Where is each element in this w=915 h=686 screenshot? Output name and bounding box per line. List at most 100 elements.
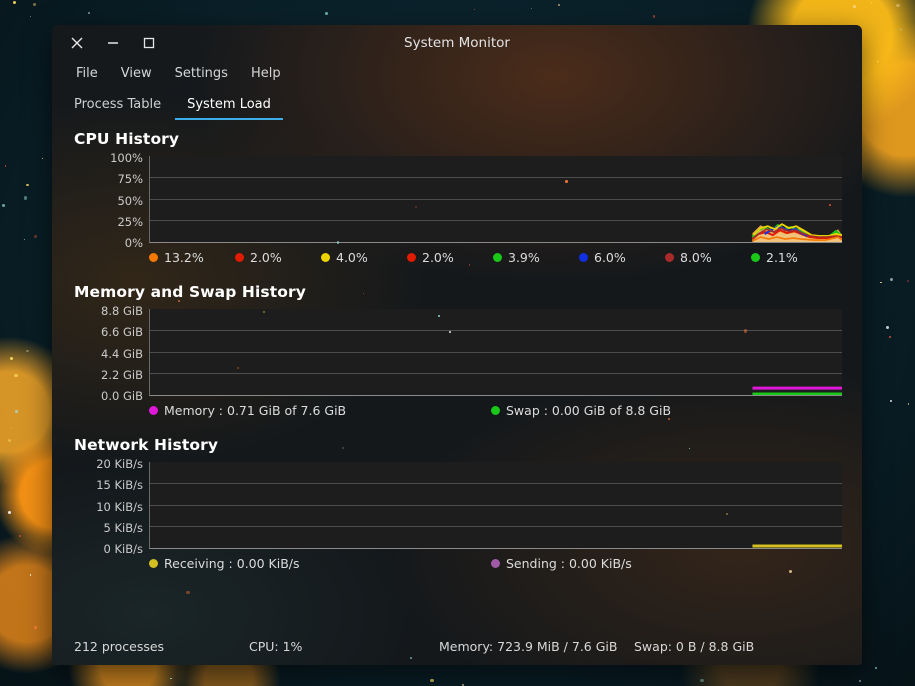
cpu-legend-dot-1	[149, 253, 158, 262]
wallpaper-star	[33, 626, 37, 630]
cpu-legend: 13.2% 2.0% 4.0% 2.0% 3.9% 6.0% 8.0% 2.1%	[74, 250, 842, 265]
tab-system-load[interactable]: System Load	[175, 93, 283, 120]
menu-view[interactable]: View	[111, 64, 162, 83]
wallpaper-star	[780, 11, 782, 13]
wallpaper-star	[888, 336, 891, 339]
cpu-legend-label-4: 2.0%	[422, 250, 454, 265]
receiving-legend-item: Receiving : 0.00 KiB/s	[149, 556, 491, 571]
wallpaper-star	[26, 350, 29, 353]
wallpaper-star	[87, 12, 90, 15]
sending-legend-item: Sending : 0.00 KiB/s	[491, 556, 833, 571]
window-title: System Monitor	[404, 34, 510, 51]
network-history-plot	[149, 462, 842, 549]
wallpaper-star	[4, 164, 7, 167]
cpu-legend-label-6: 6.0%	[594, 250, 626, 265]
swap-legend-label: Swap : 0.00 GiB of 8.8 GiB	[506, 403, 672, 418]
close-button[interactable]	[64, 30, 90, 56]
network-graph-row: 20 KiB/s 15 KiB/s 10 KiB/s 5 KiB/s 0 KiB…	[74, 457, 842, 556]
wallpaper-star	[34, 234, 37, 238]
menu-help[interactable]: Help	[241, 64, 291, 83]
cpu-legend-dot-5	[493, 253, 502, 262]
wallpaper-star	[2, 204, 6, 208]
cpu-y-tick-25: 25%	[117, 215, 143, 229]
menu-settings[interactable]: Settings	[165, 64, 238, 83]
status-processes: 212 processes	[74, 638, 165, 654]
menubar: File View Settings Help	[52, 60, 862, 86]
cpu-legend-dot-6	[579, 253, 588, 262]
menu-file[interactable]: File	[66, 64, 108, 83]
cpu-legend-label-3: 4.0%	[336, 250, 368, 265]
window-controls	[52, 30, 162, 56]
minimize-button[interactable]	[100, 30, 126, 56]
wallpaper-star	[26, 183, 29, 187]
system-load-content: CPU History 100% 75% 50% 25% 0% 13.2% 2.…	[52, 120, 862, 665]
wallpaper-star	[10, 427, 13, 429]
wallpaper-star	[557, 3, 560, 6]
wallpaper-star	[32, 2, 37, 7]
wallpaper-star	[907, 403, 910, 405]
cpu-traces	[150, 156, 842, 242]
wallpaper-star	[875, 667, 877, 669]
tabbar: Process Table System Load	[52, 90, 862, 120]
wallpaper-star	[530, 7, 533, 9]
cpu-legend-label-7: 8.0%	[680, 250, 712, 265]
memory-traces	[150, 309, 842, 395]
cpu-legend-dot-8	[751, 253, 760, 262]
cpu-history-section: CPU History 100% 75% 50% 25% 0% 13.2% 2.…	[74, 130, 842, 265]
cpu-legend-item-3: 4.0%	[321, 250, 407, 265]
cpu-graph-row: 100% 75% 50% 25% 0%	[74, 151, 842, 250]
cpu-y-tick-75: 75%	[117, 172, 143, 186]
network-y-tick-15: 15 KiB/s	[96, 478, 143, 492]
cpu-history-title: CPU History	[74, 130, 180, 148]
memory-y-tick-2_2: 2.2 GiB	[101, 368, 143, 382]
wallpaper-star	[885, 326, 889, 330]
network-history-section: Network History 20 KiB/s 15 KiB/s 10 KiB…	[74, 436, 842, 571]
wallpaper-star	[4, 480, 7, 483]
cpu-y-tick-50: 50%	[117, 194, 143, 208]
wallpaper-star	[889, 277, 893, 282]
memory-history-plot	[149, 309, 842, 396]
wallpaper-star	[890, 399, 893, 402]
cpu-legend-dot-4	[407, 253, 416, 262]
wallpaper-star	[170, 678, 172, 680]
wallpaper-star	[8, 439, 12, 443]
wallpaper-star	[15, 409, 19, 413]
cpu-legend-item-8: 2.1%	[751, 250, 837, 265]
sending-legend-dot	[491, 559, 500, 568]
wallpaper-star	[896, 3, 900, 7]
cpu-y-axis: 100% 75% 50% 25% 0%	[74, 151, 149, 250]
memory-graph-row: 8.8 GiB 6.6 GiB 4.4 GiB 2.2 GiB 0.0 GiB	[74, 304, 842, 403]
maximize-button[interactable]	[136, 30, 162, 56]
network-y-axis: 20 KiB/s 15 KiB/s 10 KiB/s 5 KiB/s 0 KiB…	[74, 457, 149, 556]
wallpaper-star	[42, 157, 44, 159]
network-history-title: Network History	[74, 436, 219, 454]
system-monitor-window: System Monitor File View Settings Help P…	[52, 25, 862, 665]
cpu-legend-item-4: 2.0%	[407, 250, 493, 265]
receiving-legend-dot	[149, 559, 158, 568]
cpu-legend-item-7: 8.0%	[665, 250, 751, 265]
memory-history-title: Memory and Swap History	[74, 283, 306, 301]
network-y-tick-5: 5 KiB/s	[103, 521, 143, 535]
cpu-legend-dot-7	[665, 253, 674, 262]
cpu-legend-item-6: 6.0%	[579, 250, 665, 265]
tab-process-table[interactable]: Process Table	[62, 93, 173, 120]
wallpaper-star	[7, 510, 12, 515]
memory-legend: Memory : 0.71 GiB of 7.6 GiB Swap : 0.00…	[74, 403, 842, 418]
desktop-background: System Monitor File View Settings Help P…	[0, 0, 915, 686]
receiving-legend-label: Receiving : 0.00 KiB/s	[164, 556, 300, 571]
network-y-tick-20: 20 KiB/s	[96, 457, 143, 471]
cpu-legend-item-1: 13.2%	[149, 250, 235, 265]
cpu-legend-dot-2	[235, 253, 244, 262]
memory-y-axis: 8.8 GiB 6.6 GiB 4.4 GiB 2.2 GiB 0.0 GiB	[74, 304, 149, 403]
cpu-y-tick-100: 100%	[110, 151, 143, 165]
wallpaper-star	[12, 0, 17, 4]
network-y-tick-10: 10 KiB/s	[96, 500, 143, 514]
memory-legend-item: Memory : 0.71 GiB of 7.6 GiB	[149, 403, 491, 418]
memory-y-tick-0: 0.0 GiB	[101, 389, 143, 403]
window-titlebar[interactable]: System Monitor	[52, 25, 862, 60]
network-legend: Receiving : 0.00 KiB/s Sending : 0.00 Ki…	[74, 556, 842, 571]
cpu-legend-label-5: 3.9%	[508, 250, 540, 265]
cpu-legend-label-1: 13.2%	[164, 250, 204, 265]
wallpaper-star	[899, 28, 902, 31]
wallpaper-star	[906, 280, 909, 283]
